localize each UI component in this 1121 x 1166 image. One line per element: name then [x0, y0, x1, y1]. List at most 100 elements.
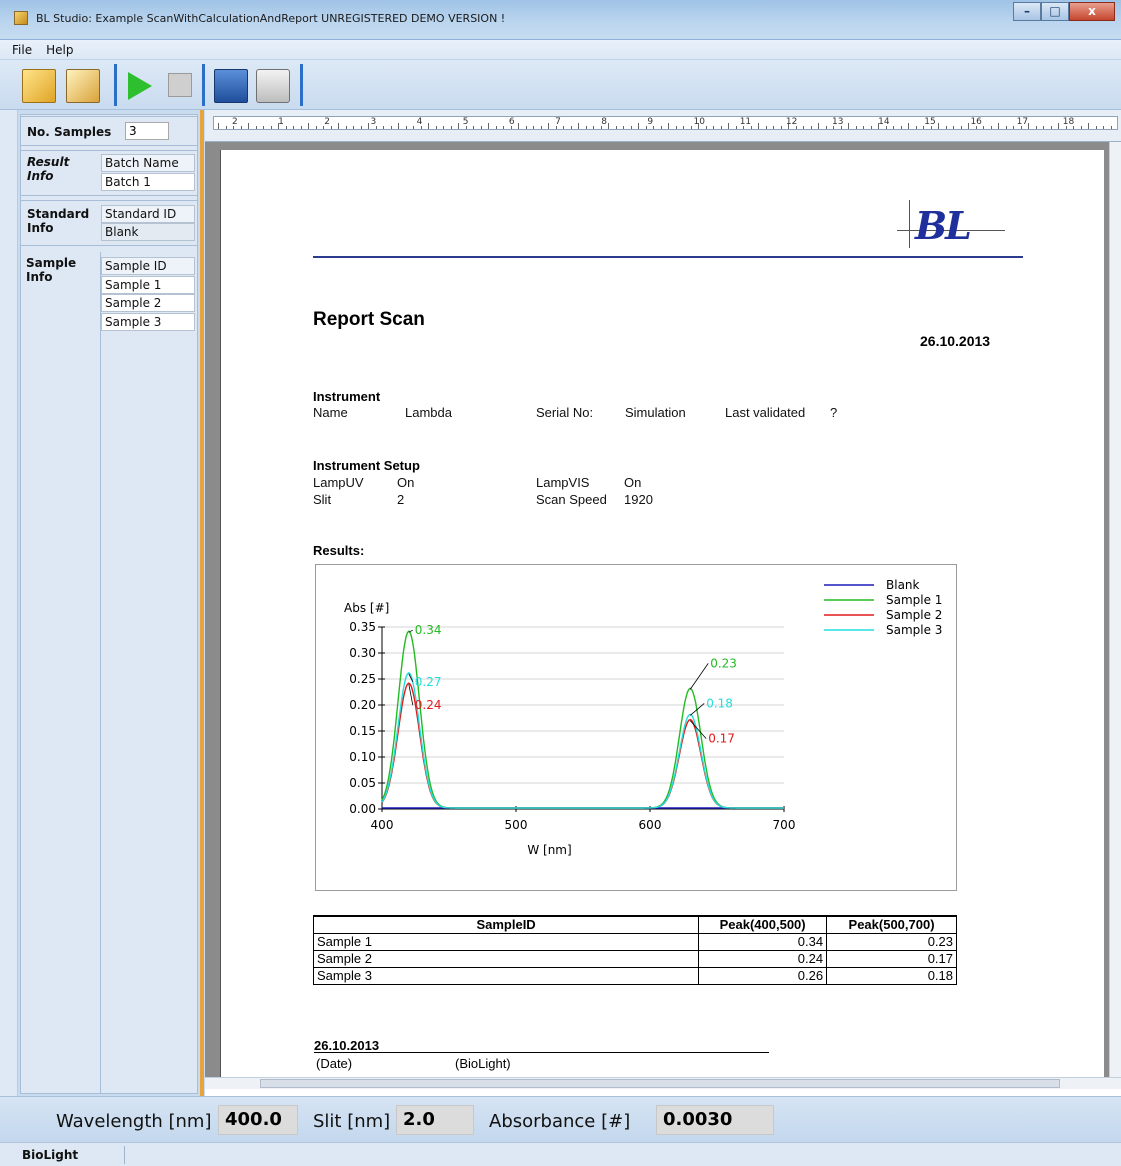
ruler-number: 6 — [508, 117, 515, 127]
result-info-label: Result Info — [27, 155, 70, 183]
cell-sample-id: Sample 3 — [312, 966, 700, 985]
clipboard-icon[interactable] — [66, 69, 100, 103]
instrument-name-value: Lambda — [405, 405, 452, 420]
ruler-track[interactable]: 2 1 2 3 4 5 6 7 8 9 10 11 12 13 14 15 16 17 18 — [213, 116, 1118, 130]
no-samples-input[interactable]: 3 — [125, 122, 169, 140]
ruler-tick — [998, 123, 999, 129]
scan-speed-label: Scan Speed — [536, 492, 607, 507]
ruler-tick — [803, 126, 804, 129]
signature-date: 26.10.2013 — [314, 1038, 380, 1053]
splitter[interactable] — [200, 110, 204, 1096]
slit-label: Slit — [313, 492, 332, 507]
ruler-number: 1 — [278, 117, 284, 127]
ruler-tick — [773, 126, 774, 129]
menu-file[interactable]: File — [12, 43, 32, 57]
ruler-tick — [705, 126, 707, 129]
ruler-number: 9 — [647, 117, 654, 127]
table-header-row: SampleID Peak(400,500) Peak(500,700) — [312, 915, 957, 934]
ruler-tick — [683, 126, 684, 129]
open-folder-icon[interactable] — [22, 69, 56, 103]
vertical-scrollbar[interactable] — [1109, 142, 1121, 1077]
ruler-tick — [1005, 126, 1007, 129]
ruler-tick — [548, 123, 549, 129]
ruler-tick — [518, 123, 519, 129]
y-tick-label: 0.35 — [349, 620, 376, 634]
table-row: Sample 3 0.26 0.18 — [312, 966, 957, 985]
ruler-tick — [810, 126, 812, 129]
signature-date-caption: (Date) — [316, 1056, 353, 1071]
ruler-tick — [480, 126, 482, 129]
ruler-number: 4 — [416, 117, 423, 127]
sample-info-column — [100, 252, 198, 1094]
sample-field-2[interactable]: Sample 2 — [101, 294, 195, 312]
y-tick-label: 0.10 — [349, 750, 376, 764]
ruler-tick — [248, 123, 249, 129]
ruler-tick — [263, 126, 264, 129]
slit-readout-label: Slit [nm] — [313, 1111, 391, 1132]
lamp-uv-label: LampUV — [313, 475, 364, 490]
batch-name-field[interactable]: Batch 1 — [101, 173, 195, 191]
ruler-tick — [1050, 126, 1052, 129]
report-title: Report Scan — [313, 309, 425, 330]
legend-label: Sample 1 — [886, 593, 942, 607]
wavelength-label: Wavelength [nm] — [56, 1111, 212, 1132]
ruler-tick — [308, 123, 309, 129]
ruler-tick — [585, 126, 587, 129]
status-bar: BioLight — [0, 1142, 1121, 1166]
annotation-label: 0.34 — [415, 623, 442, 637]
ruler-tick — [990, 126, 992, 129]
ruler-tick — [1103, 126, 1104, 129]
horizontal-scrollbar[interactable] — [205, 1077, 1121, 1089]
ruler-tick — [285, 126, 287, 129]
ruler-tick — [893, 126, 894, 129]
ruler-number: 18 — [1062, 117, 1075, 127]
ruler-tick — [863, 126, 864, 129]
legend-label: Blank — [886, 578, 920, 592]
absorbance-label: Absorbance [#] — [489, 1111, 631, 1132]
menu-help[interactable]: Help — [46, 43, 73, 57]
maximize-button[interactable]: □ — [1041, 2, 1069, 21]
status-text: BioLight — [22, 1148, 79, 1162]
logo-vline — [909, 200, 910, 248]
sample-field-1[interactable]: Sample 1 — [101, 276, 195, 294]
result-info-header: Batch Name — [101, 154, 195, 172]
ruler-tick — [458, 123, 459, 129]
ruler-tick — [488, 123, 489, 129]
ruler-tick — [338, 123, 339, 129]
ruler-tick — [675, 126, 677, 129]
play-icon[interactable] — [128, 72, 152, 100]
slit-value: 2 — [397, 492, 405, 507]
ruler-tick — [848, 123, 849, 129]
close-button[interactable]: x — [1069, 2, 1115, 21]
ruler-number: 2 — [324, 117, 331, 127]
ruler-tick — [1043, 126, 1044, 129]
wavelength-value: 400.0 — [218, 1105, 298, 1135]
serial-label: Serial No: — [536, 405, 594, 420]
ruler-tick — [615, 126, 617, 129]
window-title: BL Studio: Example ScanWithCalculationAn… — [36, 12, 506, 25]
x-tick-label: 700 — [773, 818, 796, 832]
stop-icon[interactable] — [168, 73, 192, 97]
horizontal-scroll-thumb[interactable] — [260, 1079, 1060, 1088]
lamp-vis-value: On — [624, 475, 642, 490]
ruler-tick — [593, 126, 594, 129]
cell-peak2: 0.23 — [826, 932, 957, 951]
ruler-tick — [953, 126, 954, 129]
ruler-tick — [503, 126, 504, 129]
results-table: SampleID Peak(400,500) Peak(500,700) Sam… — [312, 915, 957, 985]
minimize-button[interactable]: – — [1013, 2, 1041, 21]
ruler-tick — [495, 126, 497, 129]
lamp-uv-value: On — [397, 475, 415, 490]
ruler-tick — [825, 126, 827, 129]
cell-peak2: 0.17 — [826, 949, 957, 968]
print-icon[interactable] — [256, 69, 290, 103]
save-icon[interactable] — [214, 69, 248, 103]
sample-field-3[interactable]: Sample 3 — [101, 313, 195, 331]
standard-id-field[interactable]: Blank — [101, 223, 195, 241]
ruler-tick — [240, 126, 242, 129]
menu-bar: File Help — [0, 40, 1121, 60]
ruler-tick — [563, 126, 564, 129]
ruler-number: 14 — [878, 117, 890, 127]
ruler-tick — [660, 126, 662, 129]
ruler-tick — [690, 126, 692, 129]
